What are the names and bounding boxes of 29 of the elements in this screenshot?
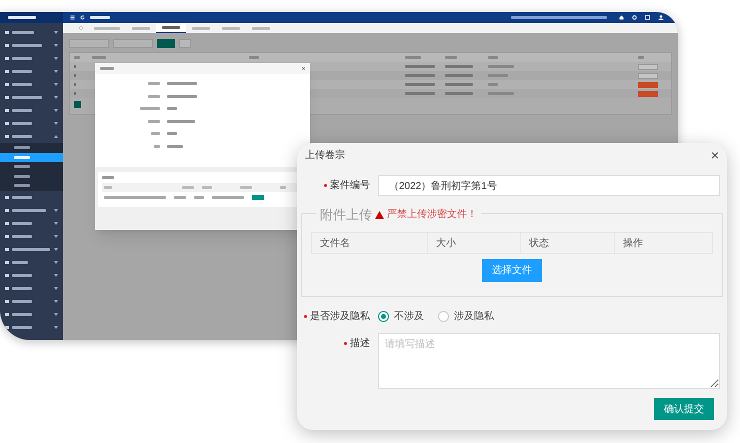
warning-icon: [375, 210, 384, 219]
column-header: 文件名: [320, 236, 350, 250]
description-field[interactable]: 请填写描述: [378, 333, 720, 389]
fieldset-legend: 附件上传: [320, 205, 372, 224]
search-field[interactable]: [113, 39, 153, 48]
sidebar-subitem[interactable]: [0, 152, 63, 162]
field-label: 是否涉及隐私: [310, 310, 370, 324]
refresh-icon[interactable]: [80, 15, 85, 20]
tab[interactable]: [156, 23, 186, 33]
menu-icon[interactable]: [70, 15, 75, 20]
close-icon[interactable]: [302, 67, 305, 70]
search-field[interactable]: [69, 39, 109, 48]
user-icon[interactable]: [658, 15, 664, 20]
close-button[interactable]: ×: [710, 148, 719, 162]
radio-label[interactable]: 不涉及: [394, 309, 424, 324]
submit-button[interactable]: 确认提交: [654, 398, 714, 420]
radio-button[interactable]: [378, 311, 389, 322]
column-header: 操作: [623, 236, 643, 250]
case-number-field[interactable]: （2022）鲁刑初字第1号: [378, 175, 720, 196]
column-header: 大小: [436, 236, 456, 250]
warning-text: 严禁上传涉密文件！: [387, 208, 477, 222]
radio-label[interactable]: 涉及隐私: [454, 309, 494, 324]
field-label: 描述: [350, 336, 370, 351]
fullscreen-icon[interactable]: [645, 15, 650, 20]
settings-icon[interactable]: [632, 15, 637, 20]
column-header: 状态: [529, 236, 549, 250]
field-label: 案件编号: [330, 178, 370, 193]
dialog-title: 上传卷宗: [305, 148, 345, 162]
radio-button[interactable]: [438, 311, 449, 322]
